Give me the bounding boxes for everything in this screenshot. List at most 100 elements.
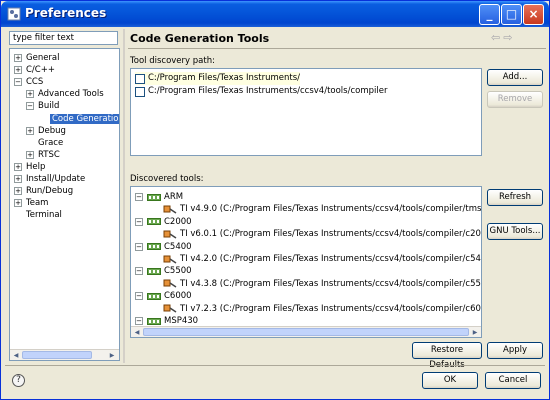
title-divider: [128, 48, 546, 49]
discovery-path-list[interactable]: C:/Program Files/Texas Instruments/ C:/P…: [130, 68, 482, 156]
compiler-row[interactable]: TI v4.3.8 (C:/Program Files/Texas Instru…: [163, 278, 482, 290]
title-bar[interactable]: Preferences _ □ ×: [1, 1, 549, 27]
tree-item[interactable]: Terminal: [14, 209, 62, 221]
maximize-button[interactable]: □: [501, 4, 522, 25]
refresh-button[interactable]: Refresh: [487, 189, 543, 206]
tree-item[interactable]: + Run/Debug: [14, 185, 73, 197]
cancel-button[interactable]: Cancel: [485, 372, 541, 389]
restore-defaults-button[interactable]: Restore Defaults: [412, 342, 482, 370]
tree-item[interactable]: + Debug: [26, 125, 66, 137]
toolchain-group-icon: [147, 317, 161, 325]
add-button[interactable]: Add...: [487, 69, 543, 86]
tree-expander-icon[interactable]: −: [14, 78, 22, 87]
toolchain-group-row[interactable]: − C5400: [135, 241, 192, 253]
tree-item[interactable]: Code Generation: [38, 113, 119, 125]
scroll-thumb[interactable]: [143, 328, 469, 336]
path-text: C:/Program Files/Texas Instruments/: [148, 73, 300, 83]
gnu-tools-button[interactable]: GNU Tools...: [487, 223, 543, 240]
tree-item-label: RTSC: [38, 149, 60, 160]
tree-item-label: Debug: [38, 125, 66, 136]
compiler-row[interactable]: TI v4.9.0 (C:/Program Files/Texas Instru…: [163, 203, 482, 215]
tree-expander-icon[interactable]: +: [14, 66, 22, 75]
toolchain-name: ARM: [164, 192, 184, 202]
collapse-icon[interactable]: −: [135, 267, 143, 276]
path-row[interactable]: C:/Program Files/Texas Instruments/ccsv4…: [135, 85, 387, 98]
compiler-text: TI v4.9.0 (C:/Program Files/Texas Instru…: [180, 204, 482, 215]
scroll-left-icon[interactable]: ◀: [11, 351, 21, 360]
page-title: Code Generation Tools: [130, 32, 270, 45]
toolchain-group-row[interactable]: − C6000: [135, 290, 192, 302]
scroll-thumb[interactable]: [22, 351, 92, 359]
discovery-path-label: Tool discovery path:: [130, 56, 215, 66]
close-button[interactable]: ×: [523, 4, 544, 25]
tree-item-label: Help: [26, 161, 46, 172]
tree-item[interactable]: Grace: [26, 137, 63, 149]
preference-tree[interactable]: + General + C/C++ − CCS + Advanced Tools − Build C…: [9, 48, 120, 361]
path-row[interactable]: C:/Program Files/Texas Instruments/: [135, 72, 300, 85]
tree-item[interactable]: + General: [14, 52, 60, 64]
tree-item[interactable]: − CCS: [14, 76, 43, 88]
tree-item-label: Grace: [38, 137, 64, 148]
tree-item[interactable]: + Advanced Tools: [26, 88, 104, 100]
apply-button[interactable]: Apply: [487, 342, 543, 359]
scroll-left-icon[interactable]: ◀: [132, 328, 142, 337]
forward-arrow-icon[interactable]: ⇨: [503, 31, 515, 44]
toolchain-group-icon: [147, 243, 161, 251]
minimize-button[interactable]: _: [479, 4, 500, 25]
tree-item-label: Build: [38, 101, 60, 112]
tree-item-label: CCS: [26, 77, 44, 88]
compiler-row[interactable]: TI v6.0.1 (C:/Program Files/Texas Instru…: [163, 228, 482, 240]
tree-expander-icon[interactable]: +: [26, 90, 34, 99]
tree-item-label: Install/Update: [26, 174, 86, 184]
compiler-row[interactable]: TI v4.2.0 (C:/Program Files/Texas Instru…: [163, 253, 481, 265]
help-icon[interactable]: ?: [12, 374, 25, 387]
back-arrow-icon[interactable]: ⇦: [491, 31, 503, 44]
discovered-tools-tree[interactable]: − ARM TI v4.9.0 (C:/Program Files/Texas In…: [130, 186, 482, 338]
tree-expander-icon[interactable]: −: [26, 102, 34, 111]
tree-item[interactable]: + C/C++: [14, 64, 55, 76]
path-checkbox[interactable]: [135, 86, 145, 97]
compiler-tool-icon: [163, 205, 177, 214]
tree-expander-icon[interactable]: +: [14, 199, 22, 208]
scroll-right-icon[interactable]: ▶: [470, 328, 480, 337]
tree-horizontal-scrollbar[interactable]: ◀ ▶: [10, 349, 119, 360]
tree-expander-icon[interactable]: +: [26, 126, 34, 135]
collapse-icon[interactable]: −: [135, 242, 143, 251]
tree-item[interactable]: + Install/Update: [14, 173, 85, 185]
collapse-icon[interactable]: −: [135, 193, 143, 201]
collapse-icon[interactable]: −: [135, 292, 143, 301]
tree-item[interactable]: + RTSC: [26, 149, 60, 161]
tree-expander-icon[interactable]: +: [26, 150, 34, 159]
tools-horizontal-scrollbar[interactable]: ◀ ▶: [131, 326, 481, 337]
path-checkbox[interactable]: [135, 73, 145, 84]
tree-item-label: Run/Debug: [26, 186, 74, 197]
tree-expander-icon[interactable]: +: [14, 162, 22, 171]
toolchain-group-icon: [147, 292, 161, 300]
toolchain-group-icon: [147, 267, 161, 275]
tree-item[interactable]: + Team: [14, 197, 48, 209]
compiler-tool-icon: [163, 255, 177, 264]
collapse-icon[interactable]: −: [135, 217, 143, 226]
toolchain-group-row[interactable]: − C2000: [135, 216, 192, 228]
tree-expander-icon[interactable]: +: [14, 175, 22, 183]
remove-button[interactable]: Remove: [487, 91, 543, 108]
tree-expander-icon[interactable]: +: [14, 187, 22, 196]
compiler-text: TI v4.3.8 (C:/Program Files/Texas Instru…: [180, 278, 482, 289]
tree-item[interactable]: + Help: [14, 161, 45, 173]
toolchain-group-row[interactable]: − ARM: [135, 191, 183, 203]
preferences-dialog: Preferences _ □ × type filter text + Gene…: [0, 0, 550, 400]
toolchain-name: C5500: [164, 266, 192, 277]
collapse-icon[interactable]: −: [135, 317, 143, 325]
toolchain-name: C5400: [164, 241, 192, 252]
tree-item[interactable]: − Build: [26, 100, 59, 112]
compiler-text: TI v7.2.3 (C:/Program Files/Texas Instru…: [180, 303, 482, 314]
tree-expander-icon[interactable]: +: [14, 54, 22, 62]
compiler-text: TI v6.0.1 (C:/Program Files/Texas Instru…: [180, 229, 482, 240]
ok-button[interactable]: OK: [422, 372, 478, 389]
toolchain-group-row[interactable]: − C5500: [135, 265, 192, 277]
compiler-row[interactable]: TI v7.2.3 (C:/Program Files/Texas Instru…: [163, 303, 482, 315]
filter-input[interactable]: type filter text: [9, 31, 118, 45]
split-sash[interactable]: [123, 29, 125, 363]
scroll-right-icon[interactable]: ▶: [107, 351, 117, 360]
toolchain-group-icon: [147, 218, 161, 226]
